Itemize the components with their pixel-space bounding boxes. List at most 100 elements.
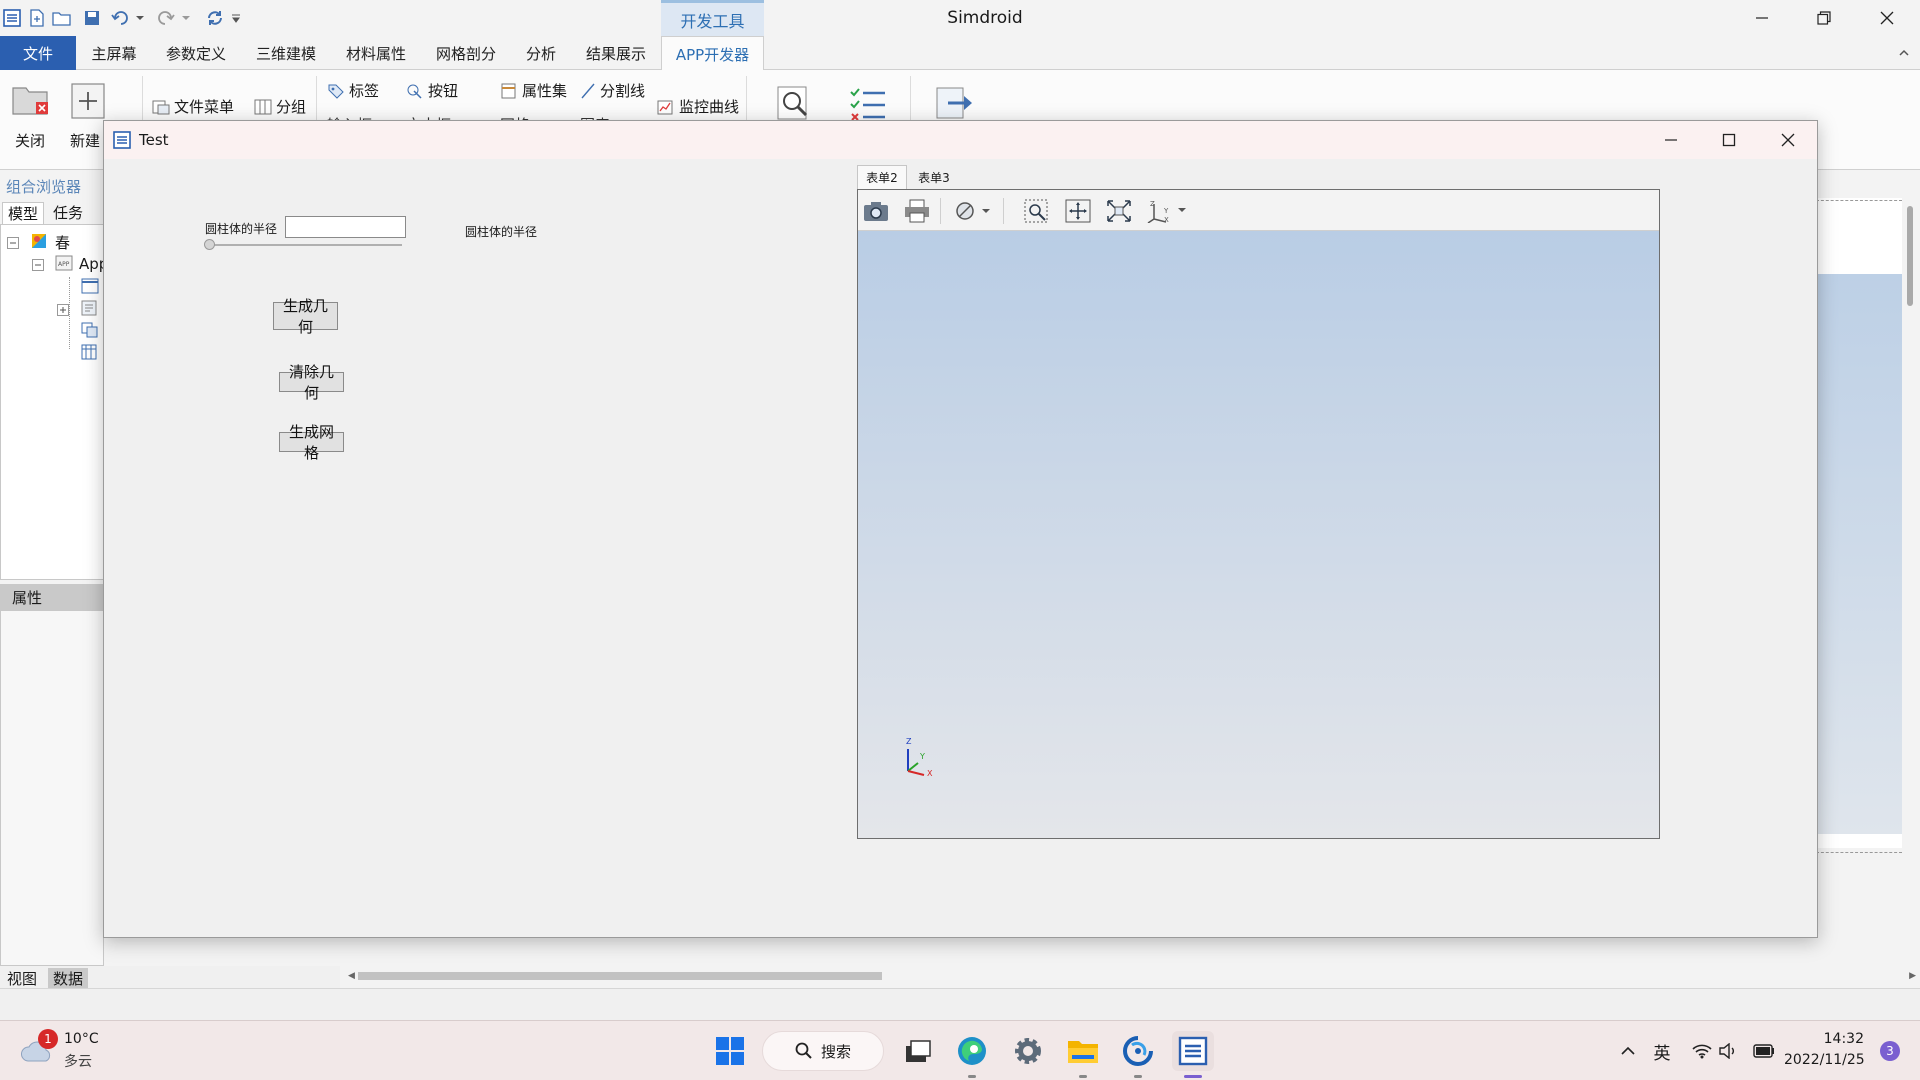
undo-icon[interactable]	[110, 8, 146, 28]
scroll-left-icon[interactable]: ◀	[348, 971, 355, 981]
taskbar: 1 10°C 多云 搜索 英 14:32 2022/11/25 3	[0, 1020, 1920, 1080]
3d-viewport[interactable]: Z Y X	[858, 231, 1659, 838]
open-folder-icon[interactable]	[52, 8, 72, 28]
fit-all-icon[interactable]	[1104, 197, 1134, 225]
horizontal-scrollbar[interactable]: ◀ ▶	[346, 966, 1916, 986]
tab-app-developer[interactable]: APP开发器	[661, 36, 764, 71]
dialog-app-icon	[113, 131, 131, 153]
vertical-scrollbar-thumb[interactable]	[1907, 206, 1913, 306]
clock-time[interactable]: 14:32	[1794, 1031, 1864, 1047]
tab-task[interactable]: 任务	[48, 202, 88, 224]
split-line-label: 分割线	[600, 82, 646, 100]
tab-form3[interactable]: 表单3	[909, 165, 959, 189]
restore-button[interactable]	[1793, 0, 1855, 36]
search-label: 搜索	[820, 1042, 851, 1061]
clear-geometry-button[interactable]: 清除几何	[279, 363, 344, 402]
dialog-maximize-button[interactable]	[1700, 121, 1758, 159]
refresh-icon[interactable]	[205, 8, 225, 28]
vertical-scrollbar[interactable]	[1902, 198, 1920, 978]
collapse-toggle-icon[interactable]	[7, 235, 19, 253]
settings-gear-icon[interactable]	[1008, 1031, 1048, 1071]
redo-icon[interactable]	[155, 8, 193, 28]
pan-icon[interactable]	[1063, 197, 1093, 225]
minimize-button[interactable]	[1731, 0, 1793, 36]
weather-desc[interactable]: 多云	[64, 1051, 92, 1071]
expand-toggle-icon[interactable]	[57, 302, 69, 320]
form-node-icon[interactable]	[81, 300, 99, 320]
close-folder-icon	[12, 87, 48, 115]
tree-root-label[interactable]: 春	[55, 232, 70, 253]
button-tool-button[interactable]: 按钮	[406, 80, 458, 101]
zoom-window-icon[interactable]	[1022, 197, 1052, 225]
taskbar-search[interactable]: 搜索	[762, 1031, 884, 1071]
tab-form2[interactable]: 表单2	[857, 165, 907, 189]
edge-browser-icon[interactable]	[952, 1031, 992, 1071]
weather-temp[interactable]: 10°C	[64, 1031, 99, 1047]
show-hidden-icons-chevron-icon[interactable]	[1616, 1031, 1640, 1071]
generate-geometry-button[interactable]: 生成几何	[273, 297, 338, 336]
copy-node-icon[interactable]	[81, 322, 99, 342]
bottom-tab-bar: 视图 数据	[0, 966, 340, 988]
property-set-button[interactable]: 属性集	[500, 80, 567, 101]
screenshot-icon[interactable]	[861, 197, 891, 225]
tab-3d-modeling[interactable]: 三维建模	[244, 36, 328, 70]
tab-material[interactable]: 材料属性	[334, 36, 418, 70]
tab-model[interactable]: 模型	[2, 202, 45, 224]
save-icon[interactable]	[82, 8, 102, 28]
split-line-button[interactable]: 分割线	[580, 80, 645, 101]
file-explorer-icon[interactable]	[1063, 1031, 1103, 1071]
tab-results[interactable]: 结果展示	[574, 36, 658, 70]
dialog-body: 圆柱体的半径 圆柱体的半径 生成几何 清除几何 生成网格 表单2 表单3 Z Y…	[104, 159, 1817, 937]
simdroid-app-taskbar-icon[interactable]	[1172, 1031, 1214, 1071]
customize-toolbar-icon[interactable]	[228, 8, 244, 28]
tab-file[interactable]: 文件	[0, 36, 76, 70]
view-orientation-icon[interactable]: ZYX	[1145, 197, 1189, 225]
horizontal-scrollbar-thumb[interactable]	[358, 972, 882, 980]
battery-icon[interactable]	[1752, 1031, 1776, 1071]
tab-parameters[interactable]: 参数定义	[154, 36, 238, 70]
tab-analysis[interactable]: 分析	[516, 36, 566, 70]
ime-indicator[interactable]: 英	[1650, 1031, 1674, 1071]
property-set-label: 属性集	[522, 82, 568, 100]
monitor-curve-button[interactable]: 监控曲线	[657, 96, 739, 117]
dialog-title-bar[interactable]: Test	[104, 121, 1817, 159]
app-title-bar: 开发工具 Simdroid	[0, 0, 1920, 36]
display-mode-icon[interactable]	[953, 197, 993, 225]
tab-data[interactable]: 数据	[48, 968, 89, 988]
radius-slider[interactable]	[207, 244, 402, 246]
volume-icon[interactable]	[1716, 1031, 1740, 1071]
group-label: 分组	[276, 98, 307, 116]
new-file-icon[interactable]	[27, 8, 47, 28]
tab-home[interactable]: 主屏幕	[78, 36, 150, 70]
tab-view[interactable]: 视图	[2, 968, 42, 988]
wifi-icon[interactable]	[1690, 1031, 1714, 1071]
table-node-icon[interactable]	[81, 344, 99, 364]
collapse-toggle-icon[interactable]	[32, 257, 44, 275]
scroll-right-icon[interactable]: ▶	[1909, 971, 1916, 981]
ribbon-tab-bar: 文件 主屏幕 参数定义 三维建模 材料属性 网格剖分 分析 结果展示 APP开发…	[0, 36, 1920, 71]
axis-z-label: Z	[906, 737, 912, 746]
start-button[interactable]	[710, 1031, 750, 1071]
close-app-button[interactable]: 关闭	[10, 80, 52, 151]
close-window-button[interactable]	[1856, 0, 1918, 36]
task-view-icon[interactable]	[898, 1031, 938, 1071]
group-button[interactable]: 分组	[254, 96, 306, 117]
tab-meshing[interactable]: 网格剖分	[424, 36, 508, 70]
running-indicator	[1079, 1075, 1087, 1078]
collapse-ribbon-icon[interactable]	[1898, 45, 1910, 63]
radius-input[interactable]	[285, 216, 406, 238]
generate-mesh-button[interactable]: 生成网格	[279, 423, 344, 462]
clock-date[interactable]: 2022/11/25	[1784, 1052, 1865, 1068]
simdroid-logo-icon	[2, 8, 22, 28]
notification-badge[interactable]: 3	[1880, 1041, 1900, 1061]
dialog-close-button[interactable]	[1759, 121, 1817, 159]
radius-slider-thumb[interactable]	[204, 239, 215, 250]
property-set-icon	[501, 83, 516, 98]
simdroid-taskbar-icon[interactable]	[1118, 1031, 1158, 1071]
dialog-minimize-button[interactable]	[1642, 121, 1700, 159]
file-menu-button[interactable]: 文件菜单	[152, 96, 234, 117]
window-node-icon[interactable]	[81, 278, 99, 298]
print-icon[interactable]	[902, 197, 932, 225]
export-icon	[936, 87, 972, 119]
label-tool-button[interactable]: 标签	[327, 80, 379, 101]
